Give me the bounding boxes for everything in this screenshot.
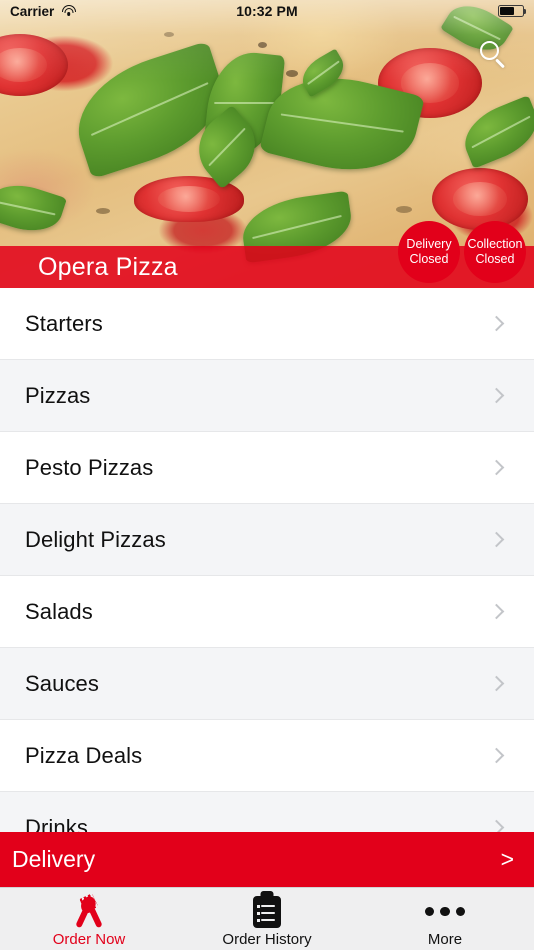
clock-label: 10:32 PM [236,3,298,19]
chevron-right-icon [488,387,505,404]
tab-order-now-label: Order Now [52,930,126,948]
delivery-mode-label: Delivery [12,846,96,872]
delivery-mode-bar[interactable]: Delivery > [0,832,534,887]
collection-badge-line1: Collection [467,237,523,251]
clipboard-icon [243,895,291,928]
menu-row-label: Salads [25,598,93,624]
menu-category-list[interactable]: Starters Pizzas Pesto Pizzas Delight Piz… [0,288,534,832]
app-screen: Delivery Closed Collection Closed Opera … [0,0,534,950]
tab-order-history[interactable]: Order History [178,888,356,950]
search-glass [480,41,499,60]
tab-order-history-label: Order History [222,930,312,948]
status-bar: Carrier 10:32 PM [0,0,534,22]
battery-icon [498,5,527,17]
menu-row-starters[interactable]: Starters [0,288,534,360]
delivery-badge-line1: Delivery [406,237,452,251]
delivery-status-badge[interactable]: Delivery Closed [398,221,460,283]
menu-row-label: Pizza Deals [25,742,143,768]
chevron-right-icon [488,315,505,332]
chevron-right-icon [488,747,505,764]
tab-more[interactable]: More [356,888,534,950]
menu-row-label: Pizzas [25,382,91,408]
search-handle [494,58,505,69]
chevron-right-icon [488,675,505,692]
menu-row-label: Drinks [25,814,88,833]
menu-row-pizzas[interactable]: Pizzas [0,360,534,432]
delivery-mode-chevron-icon: > [500,846,514,872]
menu-row-label: Delight Pizzas [25,526,166,552]
search-icon[interactable] [478,40,510,72]
availability-badges: Delivery Closed Collection Closed [398,221,526,283]
menu-row-label: Pesto Pizzas [25,454,154,480]
menu-row-label: Starters [25,310,103,336]
tab-more-label: More [427,930,463,948]
page-title: Opera Pizza [38,252,178,281]
menu-row-delight-pizzas[interactable]: Delight Pizzas [0,504,534,576]
delivery-badge-line2: Closed [409,252,449,266]
bottom-tab-bar: Order Now Order History More [0,887,534,950]
chevron-right-icon [488,459,505,476]
menu-row-pizza-deals[interactable]: Pizza Deals [0,720,534,792]
chevron-right-icon [488,531,505,548]
menu-row-drinks[interactable]: Drinks [0,792,534,832]
menu-row-label: Sauces [25,670,99,696]
collection-status-badge[interactable]: Collection Closed [464,221,526,283]
chevron-right-icon [488,819,505,832]
ellipsis-icon [421,895,469,928]
tab-order-now[interactable]: Order Now [0,888,178,950]
cutlery-icon [65,895,113,928]
menu-row-salads[interactable]: Salads [0,576,534,648]
hero-banner: Delivery Closed Collection Closed Opera … [0,0,534,288]
collection-badge-line2: Closed [475,252,515,266]
chevron-right-icon [488,603,505,620]
menu-row-pesto-pizzas[interactable]: Pesto Pizzas [0,432,534,504]
menu-row-sauces[interactable]: Sauces [0,648,534,720]
